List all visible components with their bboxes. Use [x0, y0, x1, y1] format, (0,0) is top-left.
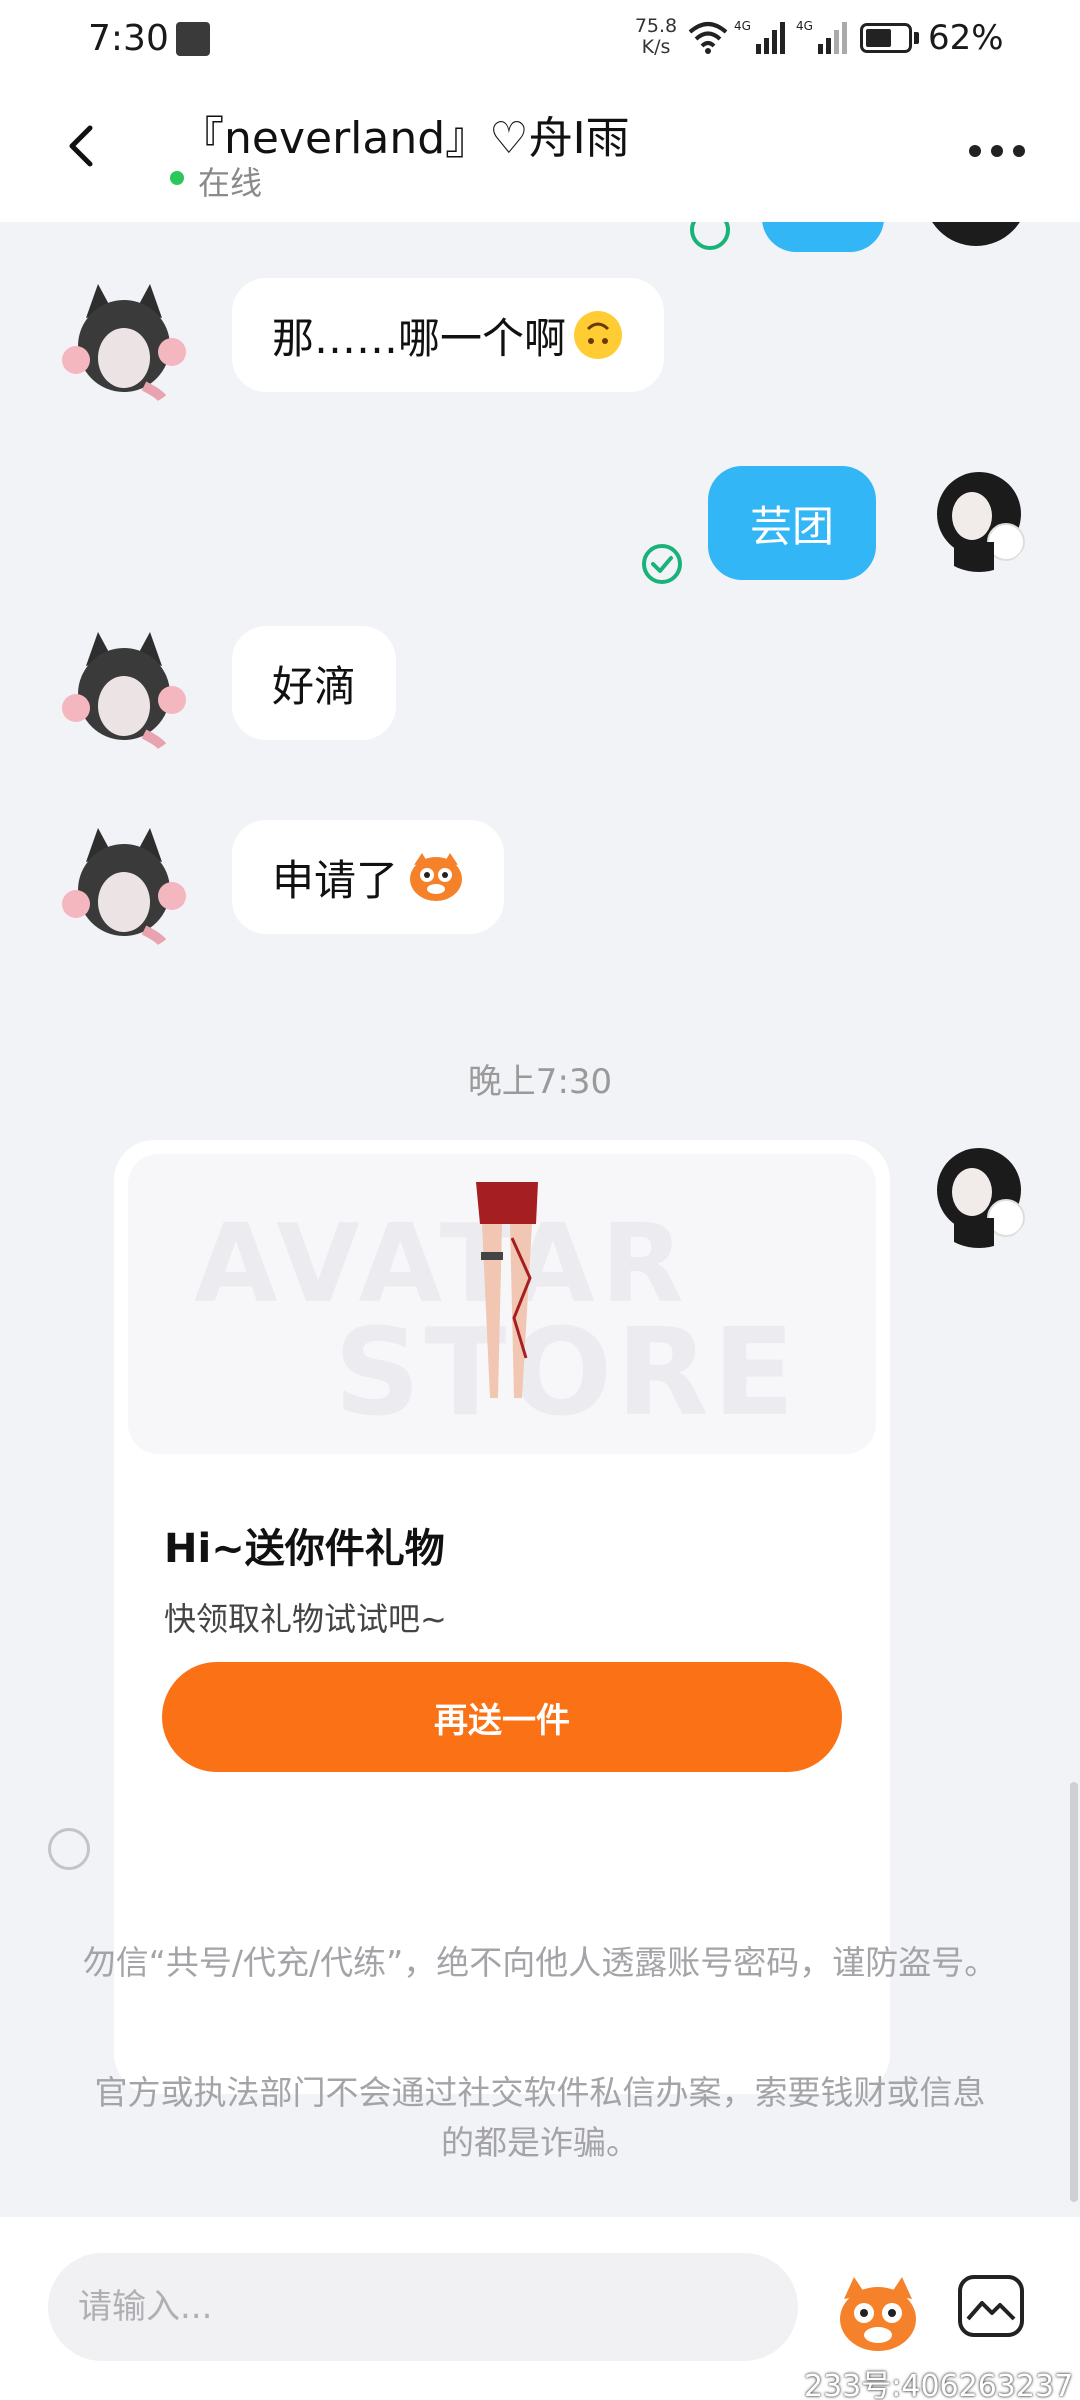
svg-text:4G: 4G [796, 19, 813, 33]
network-speed-unit: K/s [641, 36, 671, 58]
my-avatar-partial[interactable] [924, 222, 1028, 246]
chat-title: 『neverland』♡舟I雨 [180, 113, 630, 164]
status-bar: 7:30 75.8 K/s 4G 4G 62% [0, 0, 1080, 80]
upside-down-face-emoji [574, 311, 623, 359]
chat-header: 『neverland』♡舟I雨 在线 [0, 80, 1080, 222]
avatar-store-watermark-2: STORE [334, 1304, 799, 1443]
emoji-picker-icon[interactable] [834, 2269, 922, 2357]
network-speed-value: 75.8 [634, 15, 678, 37]
contact-avatar[interactable] [56, 818, 192, 954]
previous-outgoing-bubble[interactable] [762, 222, 884, 252]
security-notice: 勿信“共号/代充/代练”，绝不向他人透露账号密码，谨防盗号。 [82, 1943, 998, 1982]
message-text: 那……哪一个啊 [272, 313, 567, 363]
wifi-icon [688, 22, 728, 54]
my-avatar[interactable] [924, 1138, 1034, 1248]
message-bubble[interactable]: 那……哪一个啊 [232, 278, 665, 392]
network-speed: 75.8 K/s [628, 16, 684, 58]
gift-item-legwear-image [476, 1182, 538, 1398]
image-picker-icon[interactable] [958, 2275, 1024, 2337]
svg-text:4G: 4G [734, 19, 751, 33]
more-options-icon[interactable] [962, 136, 1032, 166]
battery-icon [860, 23, 912, 53]
battery-tip [914, 32, 919, 44]
online-status-dot [170, 171, 184, 185]
message-bubble-outgoing[interactable]: 芸团 [708, 466, 877, 580]
my-avatar[interactable] [924, 462, 1034, 572]
gift-preview-image: AVATAR STORE [128, 1154, 876, 1454]
contact-avatar[interactable] [56, 622, 192, 758]
app-notification-icon [176, 22, 210, 56]
message-bubble[interactable]: 申请了 [232, 820, 505, 934]
battery-percent: 62% [928, 18, 1004, 58]
scrollbar[interactable] [1070, 1782, 1078, 2202]
read-check-icon [690, 222, 730, 250]
signal-4g-icon: 4G [734, 19, 785, 54]
message-bubble[interactable]: 好滴 [232, 626, 397, 740]
online-status-text: 在线 [198, 164, 263, 202]
gift-description: 快领取礼物试试吧~ [164, 1600, 447, 1638]
send-another-gift-button[interactable]: 再送一件 [162, 1662, 842, 1772]
message-timestamp: 晚上7:30 [467, 1062, 613, 1102]
back-arrow-icon[interactable] [54, 116, 114, 176]
message-text: 芸团 [750, 501, 835, 551]
user-id-watermark: 233号:406263237 [804, 2369, 1074, 2400]
message-text: 申请了 [272, 855, 399, 905]
fraud-notice: 官方或执法部门不会通过社交软件私信办案，索要钱财或信息的都是诈骗。 [94, 2073, 986, 2162]
message-text: 好滴 [272, 661, 357, 711]
read-check-icon [642, 544, 682, 584]
contact-avatar[interactable] [56, 274, 192, 410]
image-icon [966, 2301, 1016, 2321]
mascot-emoji [410, 853, 463, 901]
signal-4g-icon-2: 4G [796, 19, 847, 54]
battery-level-fill [866, 29, 891, 47]
message-input[interactable] [48, 2253, 798, 2361]
gift-title: Hi~送你件礼物 [164, 1526, 445, 1572]
message-select-radio[interactable] [48, 1828, 90, 1870]
message-input-bar: 233号:406263237 [0, 2217, 1080, 2400]
status-time: 7:30 [88, 18, 169, 59]
chat-message-list[interactable]: 那……哪一个啊 芸团 好滴 申请了 晚上7:30 AVATAR STORE Hi… [0, 222, 1080, 2217]
